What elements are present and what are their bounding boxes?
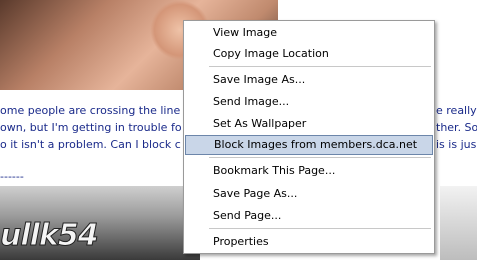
page-text-line-end: is is jus	[436, 138, 477, 151]
menu-item-send-page[interactable]: Send Page...	[185, 206, 433, 226]
menu-item-send-image[interactable]: Send Image...	[185, 92, 433, 112]
menu-separator	[209, 157, 431, 158]
menu-item-save-page-as[interactable]: Save Page As...	[185, 184, 433, 204]
menu-item-view-image[interactable]: View Image	[185, 23, 433, 43]
menu-item-set-as-wallpaper[interactable]: Set As Wallpaper	[185, 114, 433, 134]
page-text-line-end: ther. So	[436, 121, 477, 134]
page-text-line: ome people are crossing the line	[0, 104, 181, 117]
menu-separator	[209, 66, 431, 67]
menu-item-copy-image-location[interactable]: Copy Image Location	[185, 44, 433, 64]
page-photo-bottom-right[interactable]	[440, 186, 477, 260]
page-text-line: own, but I'm getting in trouble fo	[0, 121, 182, 134]
context-menu: View Image Copy Image Location Save Imag…	[183, 20, 435, 254]
page-text-line: o it isn't a problem. Can I block c	[0, 138, 181, 151]
page-art-logo: ullk54	[0, 218, 99, 254]
menu-item-bookmark-page[interactable]: Bookmark This Page...	[185, 161, 433, 181]
menu-item-block-images[interactable]: Block Images from members.dca.net	[185, 135, 433, 155]
page-divider-dashes: ------	[0, 170, 24, 183]
menu-separator	[209, 228, 431, 229]
page-text-line-end: e really	[436, 104, 477, 117]
menu-item-save-image-as[interactable]: Save Image As...	[185, 70, 433, 90]
menu-item-properties[interactable]: Properties	[185, 232, 433, 252]
